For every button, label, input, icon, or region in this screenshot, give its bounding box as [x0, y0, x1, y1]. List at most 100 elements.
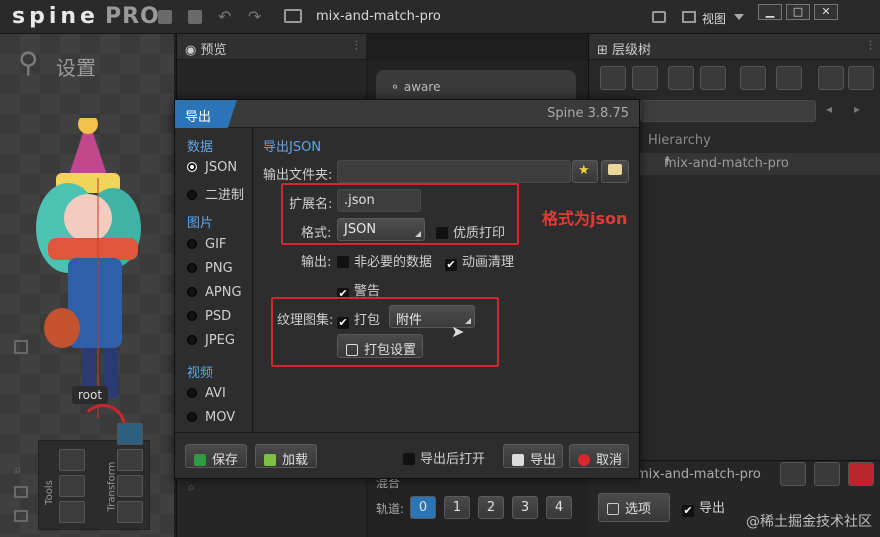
anim-clean-checkbox[interactable]: ✔ 动画清理 [445, 251, 514, 271]
scale-tool-button[interactable] [117, 475, 143, 497]
load-label: 加载 [282, 453, 309, 468]
options-icon [607, 503, 619, 515]
close-button[interactable]: ✕ [814, 4, 838, 20]
cancel-button[interactable]: 取消 [569, 444, 629, 468]
arrow-right-icon[interactable]: ▸ [854, 102, 860, 116]
open-after-checkbox[interactable]: 导出后打开 [403, 448, 485, 467]
pen-icon[interactable] [668, 66, 694, 90]
video-section-title: 视频 [187, 366, 214, 381]
fit-all-icon[interactable] [14, 510, 28, 522]
radio-gif[interactable]: GIF [187, 237, 226, 252]
pack-settings-button[interactable]: 打包设置 [337, 334, 423, 358]
track-1-button[interactable]: 1 [444, 496, 470, 519]
save-icon[interactable] [188, 10, 202, 24]
nonessential-checkbox[interactable]: 非必要的数据 [337, 251, 432, 270]
options-button[interactable]: 选项 [598, 493, 670, 522]
panel-settings-icon[interactable]: ⫶ [355, 39, 358, 54]
track-3-button[interactable]: 3 [512, 496, 538, 519]
brush-icon[interactable] [600, 66, 626, 90]
radio-json[interactable]: JSON [187, 160, 237, 175]
skeleton-settings-icon[interactable] [780, 462, 806, 486]
minimize-button[interactable]: ▁ [758, 4, 782, 20]
dialog-title: 导出 [175, 100, 237, 128]
redo-icon[interactable]: ↷ [248, 7, 261, 26]
create-tool-button[interactable] [59, 501, 85, 523]
zoom-icon-2[interactable]: ⌕ [188, 480, 195, 495]
hierarchy-header: Hierarchy [648, 133, 711, 148]
frame-icon[interactable] [14, 340, 28, 354]
load-button[interactable]: 加载 [255, 444, 317, 468]
collapse-icon[interactable] [818, 66, 844, 90]
pose-tool-button[interactable] [59, 449, 85, 471]
focus-icon[interactable] [740, 66, 766, 90]
translate-tool-button[interactable] [117, 449, 143, 471]
zoom-icon[interactable]: ⌕ [14, 462, 22, 478]
extension-input[interactable]: .json [337, 189, 421, 212]
panel-settings-icon[interactable]: ⫶ [869, 39, 872, 54]
maximize-button[interactable]: □ [786, 4, 810, 20]
track-label: 轨道: [376, 502, 405, 516]
radio-mov[interactable]: MOV [187, 410, 235, 425]
dialog-header: 导出 Spine 3.8.75 [175, 100, 639, 128]
radio-binary[interactable]: 二进制 [187, 184, 244, 203]
filter-icon[interactable] [700, 66, 726, 90]
track-4-button[interactable]: 4 [546, 496, 572, 519]
mail-icon[interactable] [284, 9, 302, 23]
expand-icon[interactable] [848, 66, 874, 90]
rotate-tool-button[interactable] [117, 423, 143, 445]
view-icon[interactable] [682, 11, 696, 23]
weights-tool-button[interactable] [59, 475, 85, 497]
radio-gif-label: GIF [205, 237, 227, 252]
output-folder-input[interactable] [337, 160, 571, 183]
radio-icon [187, 388, 197, 398]
export-checkbox[interactable]: ✔ 导出 [682, 497, 725, 517]
open-folder-icon[interactable] [158, 10, 172, 24]
check-icon: ✔ [682, 504, 694, 517]
pack-label: 打包 [354, 313, 381, 328]
settings-grid-icon [346, 344, 358, 356]
browse-folder-button[interactable] [601, 160, 629, 183]
export-button[interactable]: 导出 [503, 444, 563, 468]
check-icon: ✔ [445, 258, 457, 271]
radio-psd[interactable]: PSD [187, 309, 231, 324]
chevron-down-icon[interactable] [734, 14, 744, 20]
pack-checkbox[interactable]: ✔ 打包 [337, 309, 380, 329]
view-menu[interactable]: 视图 [702, 10, 726, 27]
checkbox-icon [436, 227, 448, 239]
transform-label: Transform [106, 461, 118, 512]
radio-selected-icon [187, 162, 197, 172]
rename-icon[interactable] [814, 462, 840, 486]
radio-icon [187, 311, 197, 321]
keyboard-icon[interactable] [652, 11, 666, 23]
anim-clean-label: 动画清理 [462, 255, 515, 270]
radio-png[interactable]: PNG [187, 261, 233, 276]
pretty-print-checkbox[interactable]: 优质打印 [436, 222, 505, 241]
content-heading: 导出JSON [263, 140, 322, 155]
tree-root-node[interactable]: mix-and-match-pro [640, 153, 880, 175]
pack-settings-label: 打包设置 [364, 343, 417, 358]
pretty-print-label: 优质打印 [453, 226, 506, 241]
arrow-left-icon[interactable]: ◂ [826, 102, 832, 116]
radio-apng[interactable]: APNG [187, 285, 242, 300]
shear-tool-button[interactable] [117, 501, 143, 523]
track-2-button[interactable]: 2 [478, 496, 504, 519]
mode-label: 设置 [56, 56, 96, 80]
undo-icon[interactable]: ↶ [218, 7, 231, 26]
fit-icon[interactable] [14, 486, 28, 498]
radio-avi[interactable]: AVI [187, 386, 226, 401]
format-select[interactable]: JSON [337, 218, 425, 241]
format-label: 格式: [301, 226, 332, 241]
annotation-text: 格式为json [542, 209, 628, 228]
delete-icon[interactable] [848, 462, 874, 486]
preview-title: 预览 [200, 43, 227, 58]
search-icon[interactable] [776, 66, 802, 90]
star-icon[interactable]: ★ [572, 160, 598, 183]
image-section-title: 图片 [187, 216, 214, 231]
save-button[interactable]: 保存 [185, 444, 247, 468]
extension-label: 扩展名: [289, 197, 333, 212]
atlas-label: 纹理图集: [277, 313, 334, 328]
circle-icon[interactable] [632, 66, 658, 90]
track-0-button[interactable]: 0 [410, 496, 436, 519]
radio-jpeg[interactable]: JPEG [187, 333, 235, 348]
tree-search-input[interactable] [640, 100, 816, 122]
